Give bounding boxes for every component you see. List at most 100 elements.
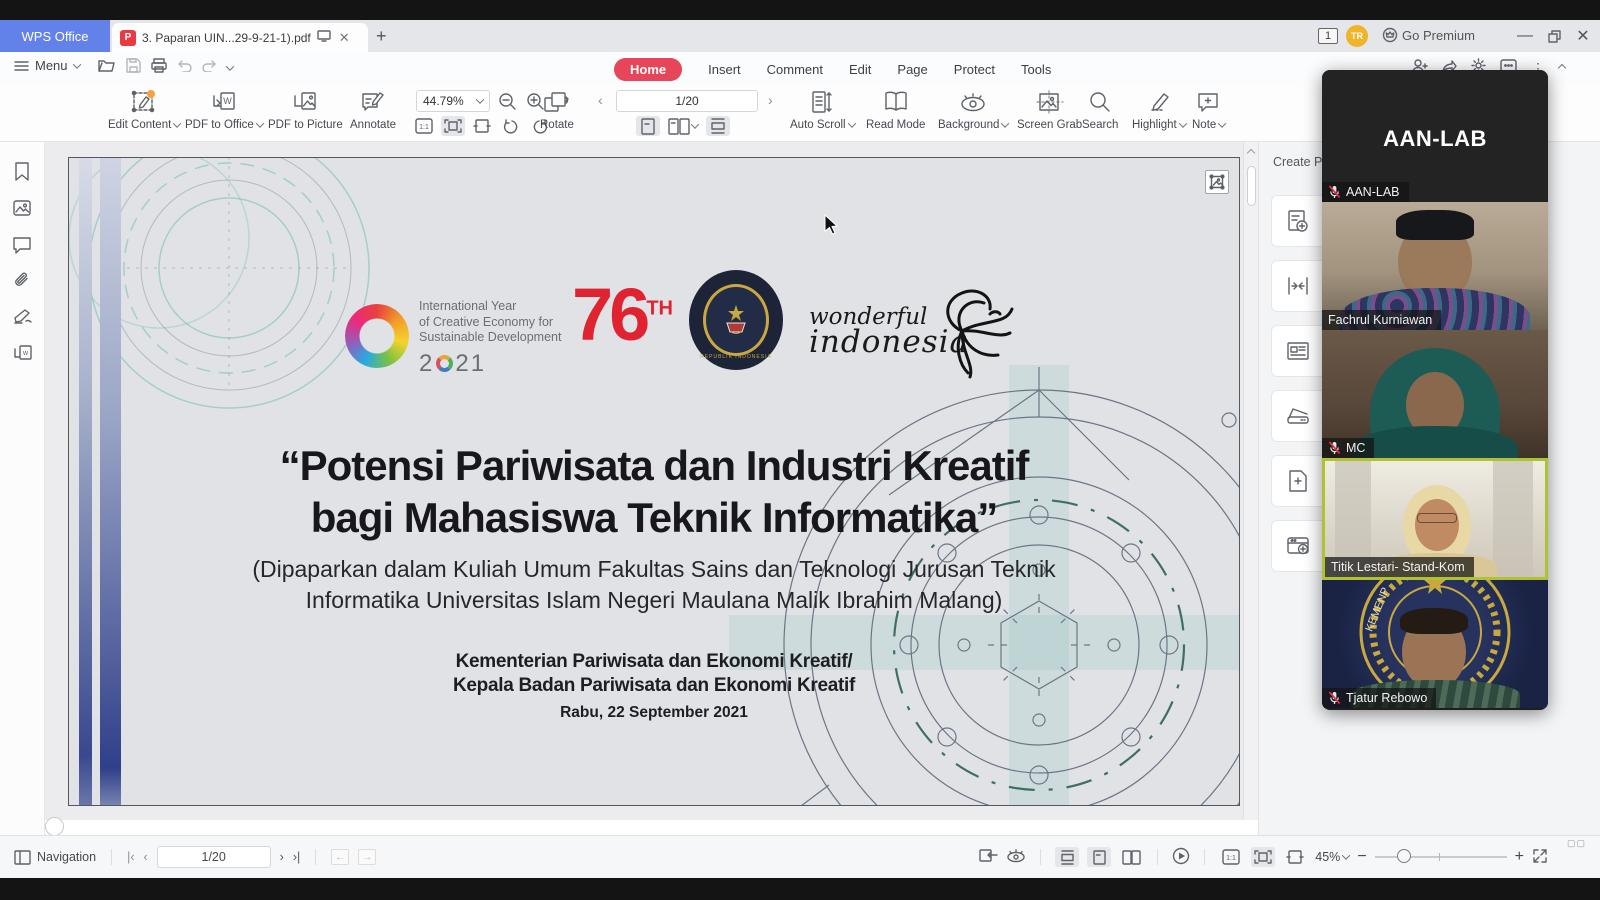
- status-fit-page-button[interactable]: [1251, 847, 1275, 867]
- open-file-icon[interactable]: [98, 58, 116, 78]
- window-manager-button[interactable]: 1: [1318, 28, 1338, 44]
- rotate-pages-button[interactable]: Rotate: [540, 90, 574, 131]
- slide-date: Rabu, 22 September 2021: [69, 704, 1239, 722]
- tab-edit[interactable]: Edit: [849, 62, 871, 77]
- note-button[interactable]: Note: [1192, 90, 1225, 131]
- quickbar-more-icon[interactable]: [226, 62, 234, 70]
- annotate-button[interactable]: Annotate: [350, 90, 396, 131]
- fullscreen-icon[interactable]: [1532, 848, 1548, 867]
- slideshow-play-icon[interactable]: [1172, 847, 1190, 868]
- attachments-panel-icon[interactable]: [13, 272, 31, 295]
- menu-button[interactable]: Menu: [14, 58, 80, 73]
- next-page-button[interactable]: ›: [280, 850, 284, 864]
- minimize-button[interactable]: —: [1514, 26, 1536, 46]
- meeting-panel[interactable]: AAN-LAB AAN-LAB Fachrul Kurniawan MC: [1322, 70, 1548, 710]
- slide-org-line2: Kepala Badan Pariwisata dan Ekonomi Krea…: [69, 675, 1239, 697]
- participant-tile-aan-lab[interactable]: AAN-LAB AAN-LAB: [1322, 70, 1548, 202]
- actual-size-button[interactable]: 1:1: [412, 116, 436, 136]
- zoom-out-icon[interactable]: [498, 92, 518, 117]
- background-eye-icon[interactable]: [1006, 848, 1026, 867]
- vertical-scrollbar-thumb[interactable]: [1247, 166, 1256, 206]
- pdf-page-1: International Year of Creative Economy f…: [68, 157, 1240, 806]
- zoom-slider-knob[interactable]: [1397, 849, 1411, 863]
- zoom-slider[interactable]: [1375, 856, 1507, 858]
- previous-page-button[interactable]: ‹: [144, 850, 148, 864]
- two-page-view-button[interactable]: [666, 116, 700, 136]
- participant-tile-titik[interactable]: Titik Lestari- Stand-Kom: [1322, 458, 1548, 580]
- participant-tile-tjatur[interactable]: KEMENP Tjatur Rebowo: [1322, 580, 1548, 708]
- account-avatar[interactable]: TR: [1346, 25, 1368, 47]
- new-tab-button[interactable]: +: [376, 26, 387, 47]
- creative-economy-ring-logo: [345, 304, 409, 368]
- vertical-scrollbar[interactable]: [1243, 142, 1258, 820]
- status-two-page-view[interactable]: [1119, 847, 1143, 867]
- single-page-view-button[interactable]: [636, 116, 660, 136]
- export-pdf-panel-icon[interactable]: w: [13, 344, 32, 366]
- collapse-ribbon-icon[interactable]: [1558, 64, 1566, 72]
- continuous-view-button[interactable]: [706, 116, 730, 136]
- status-zoom-select[interactable]: 45%: [1315, 850, 1349, 864]
- kemenparekraf-emblem: REPUBLIK INDONESIA: [689, 270, 783, 370]
- status-actual-size-button[interactable]: 1:1: [1219, 847, 1243, 867]
- wps-office-home-tab[interactable]: WPS Office: [0, 20, 110, 52]
- last-page-button[interactable]: ›|: [293, 850, 300, 864]
- save-icon[interactable]: [126, 58, 141, 78]
- navigation-toggle[interactable]: Navigation: [14, 850, 96, 865]
- signature-panel-icon[interactable]: [13, 308, 32, 330]
- pdf-to-office-button[interactable]: W PDF to Office: [185, 90, 263, 131]
- thumbnails-panel-icon[interactable]: [13, 200, 31, 223]
- horizontal-scrollbar-handle[interactable]: [45, 817, 64, 836]
- fit-page-button[interactable]: [441, 116, 465, 136]
- scroll-up-arrow[interactable]: [1247, 149, 1255, 157]
- tab-page[interactable]: Page: [897, 62, 927, 77]
- fit-width-button[interactable]: [470, 116, 494, 136]
- zoom-plus-button[interactable]: +: [1515, 848, 1524, 866]
- slide-subtitle-line1: (Dipaparkan dalam Kuliah Umum Fakultas S…: [69, 556, 1239, 583]
- status-fit-width-button[interactable]: [1283, 847, 1307, 867]
- restore-button[interactable]: [1543, 26, 1565, 46]
- zoom-level-select[interactable]: 44.79%: [416, 90, 490, 112]
- rotate-left-icon[interactable]: [499, 116, 523, 136]
- hand-tool-icon[interactable]: [979, 847, 998, 867]
- previous-page-arrow[interactable]: ‹: [598, 92, 603, 108]
- document-tab[interactable]: P 3. Paparan UIN...29-9-21-1).pdf ✕: [112, 23, 368, 52]
- status-single-page-view[interactable]: [1087, 847, 1111, 867]
- highlight-button[interactable]: Highlight: [1132, 90, 1186, 131]
- indonesia-76th-logo: 76TH: [572, 278, 673, 352]
- view-history-back[interactable]: ←: [331, 849, 349, 865]
- next-page-arrow[interactable]: ›: [768, 92, 773, 108]
- undo-icon[interactable]: [177, 59, 192, 77]
- tab-home[interactable]: Home: [614, 58, 682, 81]
- participant-tile-mc[interactable]: MC: [1322, 330, 1548, 458]
- status-page-indicator[interactable]: 1/20: [157, 846, 271, 868]
- comments-panel-icon[interactable]: [13, 237, 31, 259]
- gallery-grid-icon[interactable]: ▢▢: [1567, 838, 1586, 849]
- first-page-button[interactable]: |‹: [127, 850, 134, 864]
- tab-insert[interactable]: Insert: [708, 62, 741, 77]
- read-mode-button[interactable]: Read Mode: [866, 90, 925, 131]
- status-continuous-view[interactable]: [1055, 847, 1079, 867]
- go-premium-button[interactable]: Go Premium: [1382, 27, 1475, 43]
- print-icon[interactable]: [151, 58, 167, 78]
- edit-content-button[interactable]: Edit Content: [108, 90, 180, 131]
- bookmarks-panel-icon[interactable]: [13, 162, 31, 187]
- participant-name: MC: [1346, 441, 1365, 455]
- page-number-input[interactable]: 1/20: [616, 90, 758, 112]
- tab-protect[interactable]: Protect: [954, 62, 995, 77]
- pdf-to-picture-button[interactable]: PDF to Picture: [268, 90, 343, 131]
- extract-image-button[interactable]: [1205, 170, 1229, 194]
- search-button[interactable]: Search: [1082, 90, 1118, 131]
- participant-tile-fachrul[interactable]: Fachrul Kurniawan: [1322, 202, 1548, 330]
- document-canvas[interactable]: International Year of Creative Economy f…: [45, 142, 1258, 820]
- screen-grab-button[interactable]: Screen Grab: [1017, 90, 1082, 131]
- close-tab-icon[interactable]: ✕: [339, 30, 350, 46]
- background-button[interactable]: Background: [938, 90, 1008, 131]
- close-window-button[interactable]: ✕: [1572, 26, 1594, 46]
- tab-tools[interactable]: Tools: [1021, 62, 1051, 77]
- redo-icon[interactable]: [202, 59, 217, 77]
- pin-to-desktop-icon[interactable]: [317, 29, 331, 47]
- zoom-minus-button[interactable]: −: [1357, 848, 1366, 866]
- auto-scroll-button[interactable]: Auto Scroll: [790, 90, 855, 131]
- view-history-forward[interactable]: →: [358, 849, 376, 865]
- tab-comment[interactable]: Comment: [767, 62, 823, 77]
